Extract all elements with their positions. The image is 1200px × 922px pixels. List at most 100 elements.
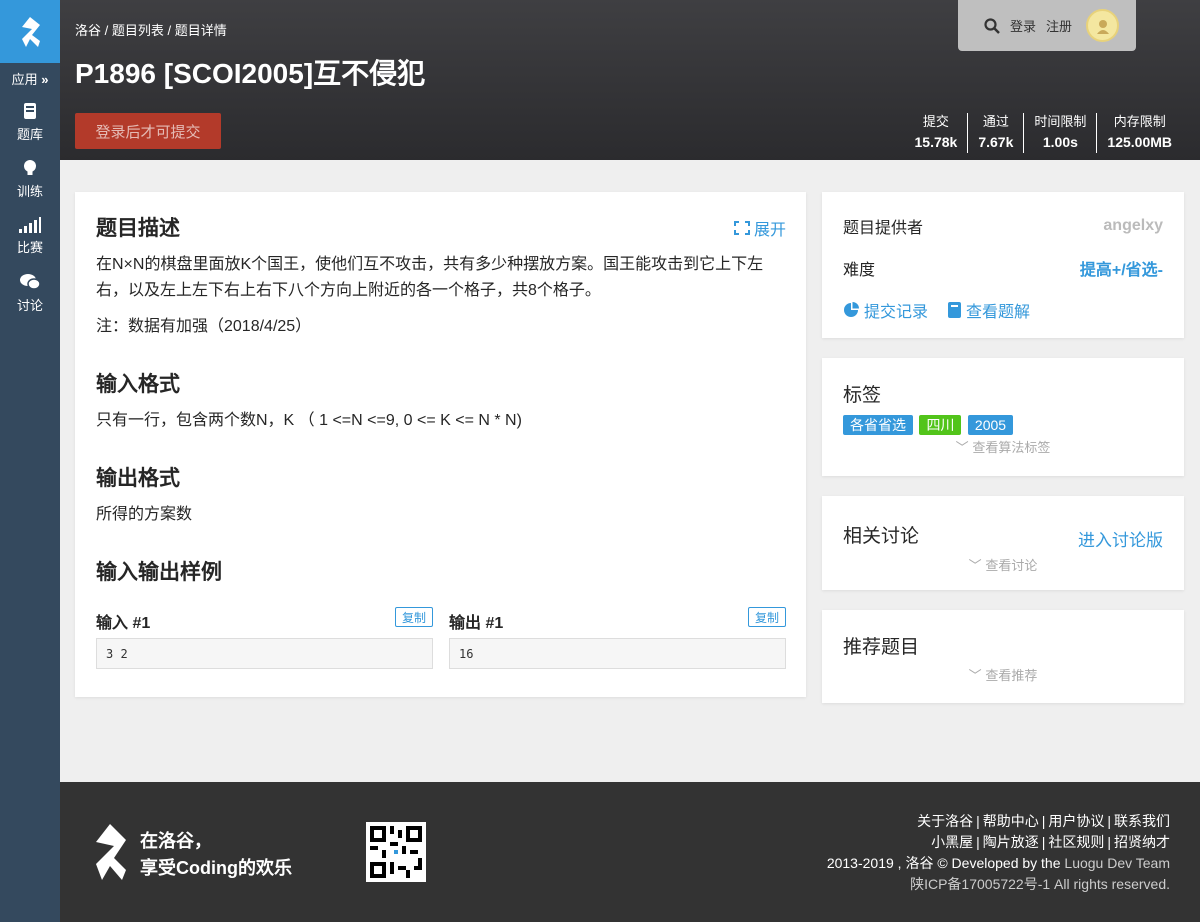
luogu-logo[interactable] xyxy=(0,0,60,63)
expand-icon xyxy=(733,221,750,235)
problem-stats: 提交 15.78k 通过 7.67k 时间限制 1.00s 内存限制 125.0… xyxy=(905,113,1182,153)
stat-key: 内存限制 xyxy=(1113,114,1166,129)
footer-link-ostracism[interactable]: 陶片放逐 xyxy=(983,834,1039,850)
footer-links: 关于洛谷 | 帮助中心 | 用户协议 | 联系我们 小黑屋 | 陶片放逐 | 社区规则 | 招贤纳才 2… xyxy=(827,811,1170,895)
book-icon xyxy=(948,302,962,318)
info-links: 提交记录 查看题解 xyxy=(843,298,1163,322)
tag[interactable]: 四川 xyxy=(919,415,962,435)
page-title: P1896 [SCOI2005]互不侵犯 xyxy=(75,58,426,89)
stat-value: 7.67k xyxy=(978,134,1014,150)
avatar[interactable] xyxy=(1086,9,1120,42)
submission-records-label: 提交记录 xyxy=(864,304,929,321)
solutions-label: 查看题解 xyxy=(966,304,1031,321)
search-icon[interactable] xyxy=(984,17,1000,34)
show-algorithm-tags[interactable]: ﹀ 查看算法标签 xyxy=(843,437,1163,456)
tag[interactable]: 各省省选 xyxy=(843,415,913,435)
user-box: 登录 注册 xyxy=(958,0,1136,51)
copy-output-button[interactable]: 复制 xyxy=(748,607,786,627)
sidebar-item-problems[interactable]: 题库 xyxy=(0,94,60,151)
qr-code xyxy=(366,822,426,882)
discussion-header: 相关讨论 进入讨论版 xyxy=(843,518,1163,551)
description-note: 注：数据有加强（2018/4/25） xyxy=(96,318,312,335)
provider-label: 题目提供者 xyxy=(843,220,924,237)
footer-link-help[interactable]: 帮助中心 xyxy=(983,813,1039,829)
description-line: 右，以及左上左下右上右下八个方向上附近的各一个格子，共8个格子。 xyxy=(96,282,601,299)
tag[interactable]: 2005 xyxy=(967,415,1014,435)
signal-bars-icon xyxy=(19,217,41,233)
footer-link-rules[interactable]: 社区规则 xyxy=(1048,834,1104,850)
stat-value: 15.78k xyxy=(914,134,958,150)
sidebar-item-contests[interactable]: 比赛 xyxy=(0,208,60,265)
footer-slogan: 在洛谷， 享受Coding的欢乐 xyxy=(140,828,292,882)
stat-time-limit: 时间限制 1.00s xyxy=(1023,113,1096,153)
provider-row: 题目提供者 angelxy xyxy=(843,214,1163,238)
sidebar-item-label: 讨论 xyxy=(16,298,43,313)
sidebar-item-label: 训练 xyxy=(16,184,43,199)
sample-input-label: 输入 #1 xyxy=(96,615,151,632)
expand-label: 展开 xyxy=(753,222,786,239)
input-format-heading: 输入格式 xyxy=(96,373,180,396)
stat-memory-limit: 内存限制 125.00MB xyxy=(1096,113,1182,153)
dev-team-name: Luogu Dev Team xyxy=(1064,855,1170,871)
breadcrumb-problem-list[interactable]: 题目列表 xyxy=(112,23,164,38)
output-format-heading: 输出格式 xyxy=(96,467,180,490)
slogan-line: 在洛谷， xyxy=(140,831,212,851)
tag-list: 各省省选 四川 2005 xyxy=(843,415,1163,435)
copyright-text: 2013-2019 , 洛谷 © Developed by the xyxy=(826,855,1065,871)
sample-output-box[interactable]: 16 xyxy=(449,638,786,669)
tags-card: 标签 各省省选 四川 2005 ﹀ 查看算法标签 xyxy=(822,358,1184,476)
luogu-footer-logo xyxy=(96,824,126,880)
chevron-down-icon: ﹀ xyxy=(968,558,982,573)
register-link[interactable]: 注册 xyxy=(1046,16,1072,35)
sidebar-item-training[interactable]: 训练 xyxy=(0,151,60,208)
breadcrumb-separator: / xyxy=(167,23,172,38)
submit-button[interactable]: 登录后才可提交 xyxy=(75,113,221,149)
footer-link-blacklist[interactable]: 小黑屋 xyxy=(931,834,973,850)
chevron-down-icon: ﹀ xyxy=(968,668,982,683)
breadcrumb-current: 题目详情 xyxy=(174,23,227,38)
problem-info-card: 题目提供者 angelxy 难度 提高+/省选- 提交记录 查看题解 xyxy=(822,192,1184,338)
slogan-line: 享受Coding的欢乐 xyxy=(140,858,292,878)
problem-header: 洛谷 / 题目列表 / 题目详情 P1896 [SCOI2005]互不侵犯 登录… xyxy=(60,0,1200,160)
solutions-link[interactable]: 查看题解 xyxy=(948,298,1030,322)
submission-records-link[interactable]: 提交记录 xyxy=(843,298,928,322)
apps-label: 应用 xyxy=(11,72,38,87)
sample-output-label: 输出 #1 xyxy=(449,615,504,632)
footer-link-jobs[interactable]: 招贤纳才 xyxy=(1114,834,1170,850)
login-link[interactable]: 登录 xyxy=(1010,16,1036,35)
avatar-image-icon xyxy=(1096,19,1109,34)
stat-value: 125.00MB xyxy=(1107,134,1172,150)
difficulty-value[interactable]: 提高+/省选- xyxy=(1080,256,1163,280)
provider-name[interactable]: angelxy xyxy=(1103,217,1163,235)
stat-key: 时间限制 xyxy=(1034,114,1087,129)
chevron-down-icon: ﹀ xyxy=(955,440,969,455)
discussion-heading: 相关讨论 xyxy=(843,526,920,547)
footer-link-about[interactable]: 关于洛谷 xyxy=(917,813,973,829)
stat-accepted: 通过 7.67k xyxy=(967,113,1023,153)
copy-input-button[interactable]: 复制 xyxy=(395,607,433,627)
double-chevron-right-icon: » xyxy=(41,72,49,87)
sample-input-box[interactable]: 3 2 xyxy=(96,638,433,669)
icp-text: 陕ICP备17005722号-1 All rights reserved. xyxy=(910,876,1170,892)
pie-chart-icon xyxy=(844,302,859,317)
sidebar-item-discuss[interactable]: 讨论 xyxy=(0,265,60,322)
show-recommendations[interactable]: ﹀ 查看推荐 xyxy=(843,665,1163,684)
sidebar: 应用 » 题库 训练 比赛 讨论 xyxy=(0,0,60,922)
lightbulb-icon xyxy=(24,160,36,175)
description-heading: 题目描述 xyxy=(96,217,180,240)
breadcrumb-home[interactable]: 洛谷 xyxy=(75,23,101,38)
tags-heading: 标签 xyxy=(843,385,882,406)
sidebar-item-label: 题库 xyxy=(16,127,43,142)
output-format-text: 所得的方案数 xyxy=(96,506,193,523)
footer-link-terms[interactable]: 用户协议 xyxy=(1048,813,1104,829)
apps-toggle[interactable]: 应用 » xyxy=(0,72,60,94)
footer-link-contact[interactable]: 联系我们 xyxy=(1114,813,1170,829)
book-icon xyxy=(24,103,36,119)
stat-key: 通过 xyxy=(982,114,1009,129)
show-discussions-label: 查看讨论 xyxy=(985,558,1038,573)
enter-discussion-link[interactable]: 进入讨论版 xyxy=(1078,526,1163,551)
luogu-logo-icon xyxy=(22,16,40,47)
show-discussions[interactable]: ﹀ 查看讨论 xyxy=(843,555,1163,574)
expand-button[interactable]: 展开 xyxy=(733,216,786,240)
qr-code-icon xyxy=(370,826,422,878)
